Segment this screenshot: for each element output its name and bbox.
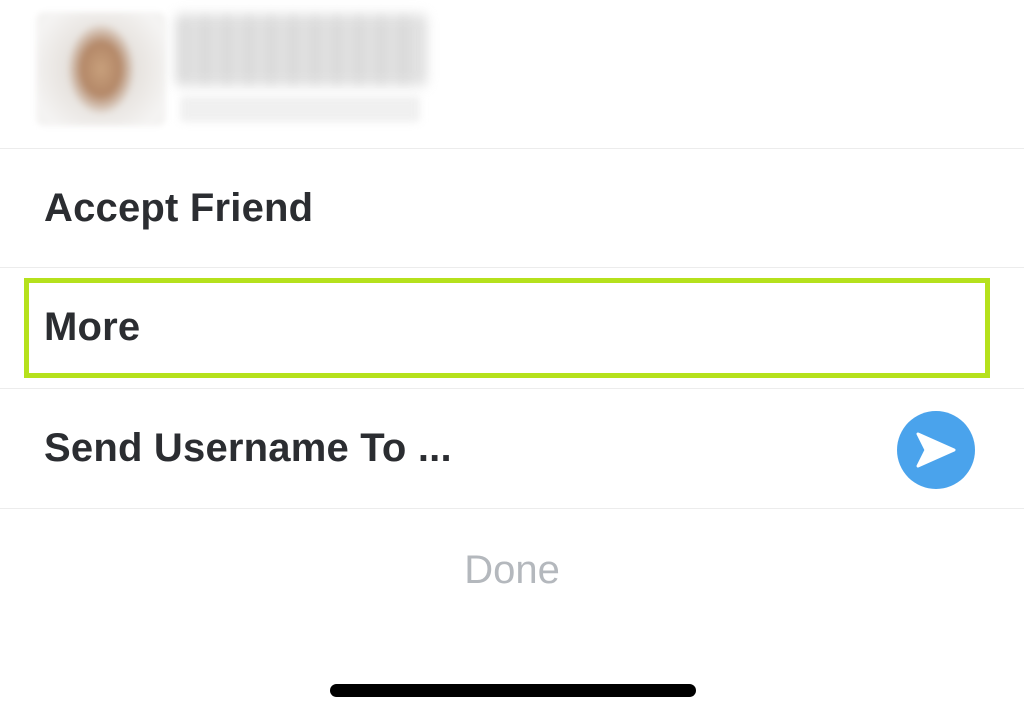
done-label: Done	[464, 547, 560, 592]
more-label: More	[44, 304, 141, 349]
blurred-display-name	[176, 14, 426, 86]
action-sheet: Accept Friend More Send Username To ... …	[0, 0, 1024, 718]
accept-friend-button[interactable]: Accept Friend	[0, 149, 1024, 267]
more-button[interactable]: More	[0, 268, 1024, 386]
send-username-button[interactable]: Send Username To ...	[0, 389, 1024, 507]
send-arrow-icon[interactable]	[897, 411, 975, 489]
avatar	[36, 12, 166, 126]
blurred-username	[180, 96, 420, 122]
divider	[0, 508, 1024, 509]
home-indicator[interactable]	[330, 684, 696, 697]
send-arrow-glyph	[916, 432, 956, 468]
accept-friend-label: Accept Friend	[44, 185, 314, 230]
send-username-label: Send Username To ...	[44, 425, 452, 470]
done-button[interactable]: Done	[0, 520, 1024, 620]
profile-header	[0, 0, 1024, 148]
